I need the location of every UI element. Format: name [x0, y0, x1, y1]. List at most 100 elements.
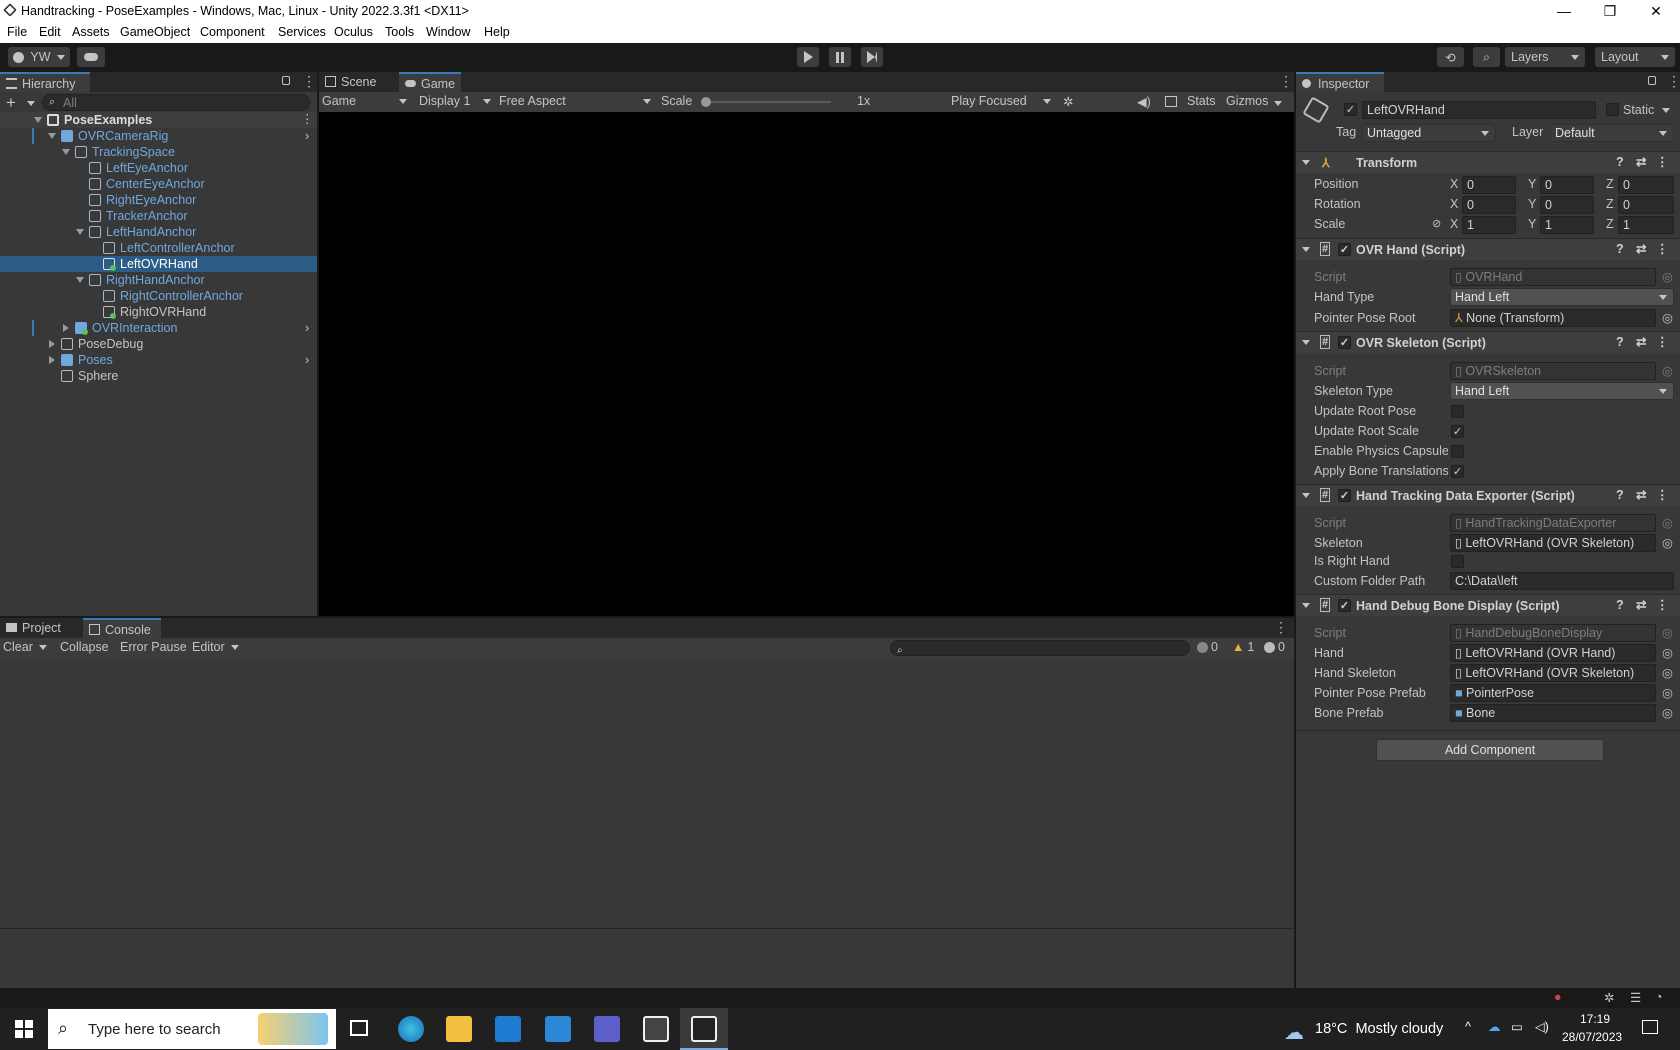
- windows-start-icon[interactable]: [15, 1020, 33, 1038]
- gizmos-dropdown-icon[interactable]: [1274, 101, 1282, 106]
- tree-row-leftcontrolleranchor[interactable]: LeftControllerAnchor: [0, 240, 317, 256]
- scale-y-field[interactable]: 1: [1540, 216, 1594, 234]
- error-count-toggle[interactable]: 0: [1264, 640, 1285, 654]
- menu-help[interactable]: Help: [484, 25, 510, 39]
- account-dropdown[interactable]: YW: [8, 47, 70, 67]
- kebab-menu-icon[interactable]: ⋮: [1656, 154, 1669, 169]
- tree-row-leftovrhand[interactable]: LeftOVRHand: [0, 256, 317, 272]
- chevron-right-icon[interactable]: ›: [305, 352, 309, 368]
- debug-bone-display-header[interactable]: # ✓ Hand Debug Bone Display (Script) ? ⇄…: [1296, 594, 1680, 616]
- component-enabled-checkbox[interactable]: ✓: [1338, 243, 1351, 256]
- teams-icon[interactable]: [594, 1016, 620, 1042]
- tab-inspector[interactable]: Inspector: [1296, 72, 1384, 92]
- rotation-y-field[interactable]: 0: [1540, 196, 1594, 214]
- preset-icon[interactable]: ⇄: [1636, 597, 1646, 612]
- audio-mute-icon[interactable]: ◀): [1137, 94, 1151, 109]
- add-component-button[interactable]: Add Component: [1376, 739, 1604, 761]
- pointer-pose-root-field[interactable]: ⅄ None (Transform): [1450, 309, 1656, 327]
- menu-tools[interactable]: Tools: [385, 25, 414, 39]
- tree-row-sphere[interactable]: Sphere: [0, 368, 317, 384]
- hierarchy-search-input[interactable]: ⌕ All: [42, 94, 310, 111]
- cloud-button[interactable]: [77, 47, 105, 67]
- component-enabled-checkbox[interactable]: ✓: [1338, 336, 1351, 349]
- gizmos-button[interactable]: Gizmos: [1226, 94, 1268, 108]
- scale-x-field[interactable]: 1: [1462, 216, 1516, 234]
- console-detail-area[interactable]: [0, 929, 1294, 988]
- foldout-icon[interactable]: [1302, 160, 1310, 165]
- tree-row-rightovrhand[interactable]: RightOVRHand: [0, 304, 317, 320]
- clear-dropdown[interactable]: Clear: [3, 640, 53, 654]
- kebab-menu-icon[interactable]: ⋮: [1667, 73, 1680, 90]
- ovr-hand-header[interactable]: # ✓ OVR Hand (Script) ? ⇄ ⋮: [1296, 238, 1680, 260]
- tab-scene[interactable]: Scene: [319, 72, 389, 92]
- console-search-input[interactable]: ⌕: [890, 640, 1190, 656]
- tree-row-rightcontrolleranchor[interactable]: RightControllerAnchor: [0, 288, 317, 304]
- skeleton-type-dropdown[interactable]: Hand Left: [1450, 382, 1674, 400]
- preset-icon[interactable]: ⇄: [1636, 487, 1646, 502]
- menu-services[interactable]: Services: [278, 25, 326, 39]
- pause-button[interactable]: [829, 47, 851, 67]
- scale-slider-thumb[interactable]: [701, 97, 711, 107]
- menu-window[interactable]: Window: [426, 25, 470, 39]
- static-dropdown-icon[interactable]: [1662, 108, 1670, 113]
- tab-game[interactable]: Game: [399, 72, 461, 92]
- stats-button[interactable]: Stats: [1187, 94, 1216, 108]
- debug-mode-icon[interactable]: ✲: [1604, 990, 1614, 1005]
- kebab-menu-icon[interactable]: ⋮: [1656, 241, 1669, 256]
- aspect-dropdown[interactable]: Free Aspect: [499, 94, 651, 108]
- onedrive-icon[interactable]: ☁: [1488, 1019, 1501, 1034]
- kebab-menu-icon[interactable]: ⋮: [1656, 597, 1669, 612]
- tree-row-trackeranchor[interactable]: TrackerAnchor: [0, 208, 317, 224]
- keyboard-icon[interactable]: [1165, 96, 1177, 107]
- position-y-field[interactable]: 0: [1540, 176, 1594, 194]
- foldout-icon[interactable]: [1302, 247, 1310, 252]
- kebab-menu-icon[interactable]: ⋮: [1279, 73, 1293, 90]
- scale-slider-track[interactable]: [701, 97, 831, 107]
- preset-icon[interactable]: ⇄: [1636, 334, 1646, 349]
- hand-skeleton-field[interactable]: ▯ LeftOVRHand (OVR Skeleton): [1450, 664, 1656, 682]
- search-button[interactable]: ⌕: [1473, 47, 1500, 67]
- play-mode-dropdown[interactable]: Play Focused: [951, 94, 1051, 108]
- tree-row-righteyeanchor[interactable]: RightEyeAnchor: [0, 192, 317, 208]
- foldout-icon[interactable]: [1302, 340, 1310, 345]
- notification-icon[interactable]: ●: [1554, 990, 1562, 1004]
- static-checkbox[interactable]: [1606, 103, 1619, 116]
- chevron-right-icon[interactable]: ›: [305, 320, 309, 336]
- hand-type-dropdown[interactable]: Hand Left: [1450, 288, 1674, 306]
- layer-dropdown[interactable]: Default: [1550, 124, 1674, 142]
- menu-oculus[interactable]: Oculus: [334, 25, 373, 39]
- tree-row-ovrinteraction[interactable]: OVRInteraction ›: [0, 320, 317, 336]
- unity-hub-icon[interactable]: [643, 1016, 669, 1042]
- console-log-list[interactable]: [0, 658, 1294, 928]
- component-enabled-checkbox[interactable]: ✓: [1338, 489, 1351, 502]
- position-z-field[interactable]: 0: [1618, 176, 1674, 194]
- kebab-menu-icon[interactable]: ⋮: [1656, 487, 1669, 502]
- object-picker-icon[interactable]: ◎: [1662, 685, 1673, 700]
- menu-assets[interactable]: Assets: [72, 25, 110, 39]
- exporter-header[interactable]: # ✓ Hand Tracking Data Exporter (Script)…: [1296, 484, 1680, 506]
- help-icon[interactable]: ?: [1616, 242, 1624, 256]
- log-count-toggle[interactable]: 0: [1197, 640, 1218, 654]
- display-dropdown[interactable]: Display 1: [419, 94, 491, 108]
- bone-prefab-field[interactable]: ■ Bone: [1450, 704, 1656, 722]
- apply-bone-translations-checkbox[interactable]: ✓: [1451, 465, 1464, 478]
- tree-row-posedebug[interactable]: PoseDebug: [0, 336, 317, 352]
- pointer-pose-prefab-field[interactable]: ■ PointerPose: [1450, 684, 1656, 702]
- bug-icon[interactable]: ✲: [1063, 94, 1073, 109]
- skeleton-field[interactable]: ▯ LeftOVRHand (OVR Skeleton): [1450, 534, 1656, 552]
- taskbar-search[interactable]: ⌕ Type here to search: [48, 1009, 336, 1049]
- maximize-button[interactable]: ❐: [1587, 0, 1633, 22]
- kebab-menu-icon[interactable]: ⋮: [1656, 334, 1669, 349]
- layout-dropdown[interactable]: Layout: [1595, 47, 1675, 67]
- object-picker-icon[interactable]: ◎: [1662, 310, 1673, 325]
- object-picker-icon[interactable]: ◎: [1662, 705, 1673, 720]
- file-explorer-icon[interactable]: [446, 1016, 472, 1042]
- help-icon[interactable]: ?: [1616, 488, 1624, 502]
- minimize-button[interactable]: —: [1541, 0, 1587, 22]
- preset-icon[interactable]: ⇄: [1636, 241, 1646, 256]
- tree-row-centereyeanchor[interactable]: CenterEyeAnchor: [0, 176, 317, 192]
- add-dropdown-icon[interactable]: [27, 101, 35, 106]
- kebab-menu-icon[interactable]: ⋮: [302, 73, 316, 90]
- tab-project[interactable]: Project: [0, 618, 76, 638]
- component-enabled-checkbox[interactable]: ✓: [1338, 599, 1351, 612]
